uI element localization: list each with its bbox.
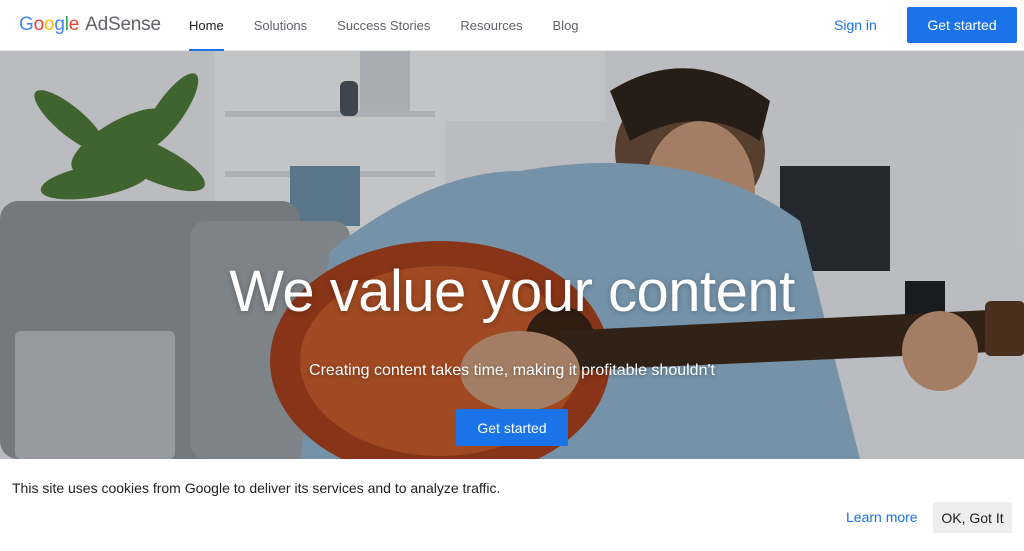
hero-overlay bbox=[0, 51, 1024, 459]
hero-get-started-button[interactable]: Get started bbox=[456, 409, 568, 446]
cookie-banner-text: This site uses cookies from Google to de… bbox=[12, 480, 501, 496]
logo-letter-o1: o bbox=[33, 14, 45, 35]
logo-product-name: AdSense bbox=[85, 14, 161, 35]
header-get-started-button[interactable]: Get started bbox=[907, 7, 1017, 43]
main-nav: Home Solutions Success Stories Resources… bbox=[174, 0, 594, 51]
hero-title: We value your content bbox=[229, 259, 795, 324]
logo-letter-o2: o bbox=[43, 14, 55, 35]
sign-in-link[interactable]: Sign in bbox=[834, 17, 877, 33]
logo-letter-g1: G bbox=[19, 14, 34, 35]
google-adsense-logo[interactable]: Google AdSense bbox=[19, 13, 161, 37]
nav-item-home[interactable]: Home bbox=[174, 0, 239, 51]
cookie-ok-button[interactable]: OK, Got It bbox=[933, 502, 1012, 533]
nav-item-success-stories[interactable]: Success Stories bbox=[322, 0, 445, 51]
hero-subtitle: Creating content takes time, making it p… bbox=[309, 362, 715, 379]
nav-item-blog[interactable]: Blog bbox=[538, 0, 594, 51]
cookie-banner: This site uses cookies from Google to de… bbox=[0, 459, 1024, 551]
nav-item-solutions[interactable]: Solutions bbox=[239, 0, 322, 51]
site-header: Google AdSense Home Solutions Success Sto… bbox=[0, 0, 1024, 51]
cookie-learn-more-link[interactable]: Learn more bbox=[846, 509, 918, 525]
nav-item-resources[interactable]: Resources bbox=[445, 0, 537, 51]
logo-letter-g2: g bbox=[54, 14, 65, 35]
hero-section: We value your content Creating content t… bbox=[0, 51, 1024, 459]
logo-letter-e: e bbox=[68, 14, 80, 35]
